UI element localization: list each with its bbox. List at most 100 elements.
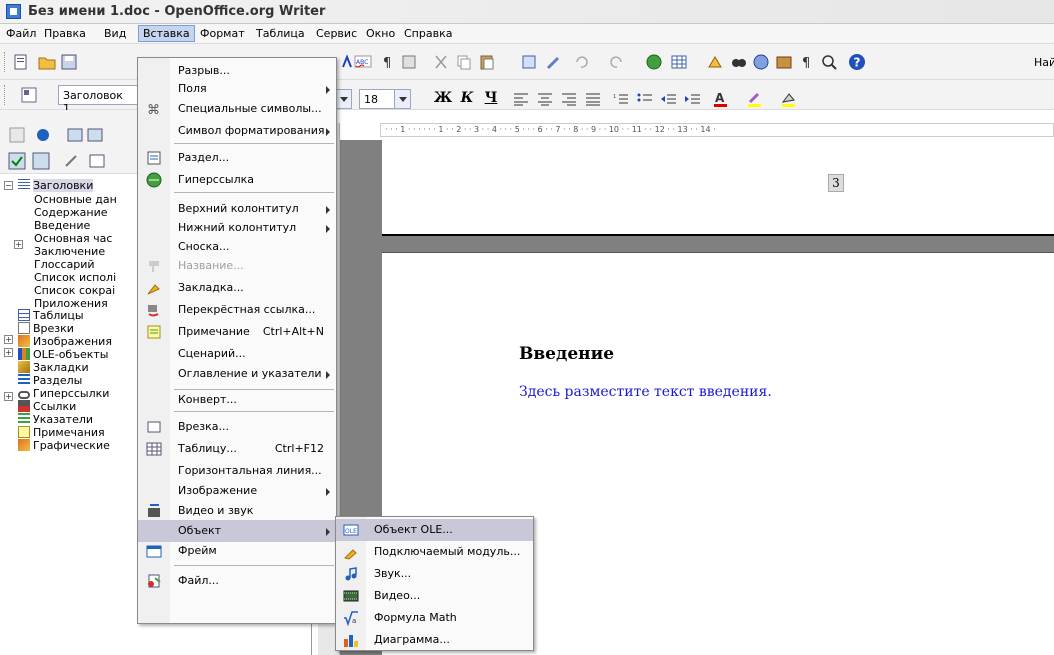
toolbar-grip[interactable] <box>4 85 7 105</box>
tree-item-tables[interactable]: Таблицы <box>18 309 84 322</box>
previous-object-icon[interactable] <box>66 126 84 144</box>
redo-icon[interactable] <box>608 53 626 71</box>
align-left-icon[interactable] <box>512 90 530 108</box>
menu-item-sound[interactable]: Звук... <box>336 563 533 585</box>
tree-item-bookmarks[interactable]: Закладки <box>18 361 89 374</box>
menu-item-movie-sound[interactable]: Видео и звук <box>138 500 336 522</box>
menu-file[interactable]: Файл <box>2 26 40 41</box>
styles-formatting-icon[interactable] <box>20 86 38 104</box>
tree-item-drawing-objects[interactable]: Графические <box>18 439 110 452</box>
clone-formatting-icon[interactable] <box>520 53 538 71</box>
menu-insert[interactable]: Вставка <box>138 25 195 42</box>
menu-help[interactable]: Справка <box>400 26 456 41</box>
align-center-icon[interactable] <box>536 90 554 108</box>
expand-toggle[interactable]: + <box>4 335 13 344</box>
export-pdf-icon[interactable] <box>400 53 418 71</box>
menu-item-floating-frame[interactable]: Фрейм <box>138 540 336 562</box>
footer-icon[interactable] <box>88 152 106 170</box>
navigator-icon[interactable] <box>752 53 770 71</box>
bullets-icon[interactable] <box>636 90 654 108</box>
tree-item-headings[interactable]: Заголовки <box>18 179 94 192</box>
tree-item-heading[interactable]: Заключение <box>34 245 105 258</box>
font-size-combo[interactable]: 18 <box>359 89 411 109</box>
brush-icon[interactable] <box>545 53 563 71</box>
hyperlink-icon[interactable] <box>645 53 663 71</box>
content-view-icon[interactable] <box>8 152 26 170</box>
menu-tools[interactable]: Сервис <box>312 26 361 41</box>
menu-item-indexes-tables[interactable]: Оглавление и указатели <box>138 363 336 385</box>
find-replace-icon[interactable] <box>730 53 748 71</box>
menu-item-comment[interactable]: Примечание Ctrl+Alt+N <box>138 321 336 343</box>
menu-item-video[interactable]: Видео... <box>336 585 533 607</box>
expand-toggle[interactable]: + <box>14 240 23 249</box>
menu-item-bookmark[interactable]: Закладка... <box>138 277 336 299</box>
navigation-icon[interactable] <box>34 126 52 144</box>
header-icon[interactable] <box>62 152 80 170</box>
document-body-text[interactable]: Здесь разместите текст введения. <box>519 384 772 400</box>
expand-toggle[interactable]: − <box>4 181 13 190</box>
tree-item-heading[interactable]: Основная час <box>34 232 112 245</box>
page-number-field[interactable]: 3 <box>828 174 844 192</box>
new-document-icon[interactable] <box>12 53 30 71</box>
menu-item-plugin[interactable]: Подключаемый модуль... <box>336 541 533 563</box>
tree-item-images[interactable]: Изображения <box>18 335 112 348</box>
tree-item-heading[interactable]: Введение <box>34 219 90 232</box>
menu-item-object[interactable]: Объект <box>138 520 336 542</box>
menu-format[interactable]: Формат <box>196 26 249 41</box>
tree-item-heading[interactable]: Содержание <box>34 206 108 219</box>
next-object-icon[interactable] <box>86 126 104 144</box>
zoom-icon[interactable] <box>820 53 838 71</box>
menu-item-special-characters[interactable]: ⌘ Специальные символы... <box>138 98 336 120</box>
document-heading[interactable]: Введение <box>519 344 614 364</box>
menu-item-horizontal-line[interactable]: Горизонтальная линия... <box>138 460 336 482</box>
expand-toggle[interactable]: + <box>4 392 13 401</box>
menu-item-envelope[interactable]: Конверт... <box>138 389 336 411</box>
tree-item-sections[interactable]: Разделы <box>18 374 82 387</box>
menu-item-picture[interactable]: Изображение <box>138 480 336 502</box>
toolbar-grip[interactable] <box>4 52 7 72</box>
formatting-marks-icon[interactable]: ¶ <box>380 53 398 71</box>
increase-indent-icon[interactable] <box>684 90 702 108</box>
menu-item-formatting-mark[interactable]: Символ форматирования <box>138 120 336 142</box>
highlighting-icon[interactable] <box>746 90 764 108</box>
gallery-icon[interactable] <box>775 53 793 71</box>
previous-page[interactable] <box>382 140 1054 236</box>
font-color-icon[interactable]: A <box>712 90 730 108</box>
tree-item-heading[interactable]: Основные дан <box>34 193 117 206</box>
italic-button[interactable]: К <box>457 88 477 108</box>
decrease-indent-icon[interactable] <box>660 90 678 108</box>
tree-item-comments[interactable]: Примечания <box>18 426 105 439</box>
tree-item-frames[interactable]: Врезки <box>18 322 74 335</box>
tree-item-references[interactable]: Ссылки <box>18 400 76 413</box>
menu-edit[interactable]: Правка <box>40 26 90 41</box>
paragraph-style-combo[interactable]: Заголовок 1 <box>58 85 138 115</box>
tree-item-hyperlinks[interactable]: Гиперссылки <box>18 387 109 400</box>
tree-item-ole-objects[interactable]: OLE-объекты <box>18 348 109 361</box>
toggle-icon[interactable] <box>8 126 26 144</box>
menu-item-chart[interactable]: Диаграмма... <box>336 629 533 651</box>
horizontal-ruler[interactable]: · · · 1 · · · · · · 1 · · 2 · · 3 · · 4 … <box>380 123 1054 137</box>
set-reminder-icon[interactable] <box>32 152 50 170</box>
menu-table[interactable]: Таблица <box>252 26 309 41</box>
menu-item-section[interactable]: Раздел... <box>138 147 336 169</box>
autospellcheck-icon[interactable]: ABC <box>354 53 372 71</box>
find-toolbar-label[interactable]: Най <box>1034 56 1054 69</box>
menu-item-table[interactable]: Таблицу... Ctrl+F12 <box>138 438 336 460</box>
tree-item-heading[interactable]: Глоссарий <box>34 258 95 271</box>
menu-item-formula[interactable]: a Формула Math <box>336 607 533 629</box>
underline-button[interactable]: Ч <box>481 88 501 108</box>
nonprinting-characters-icon[interactable]: ¶ <box>798 53 816 71</box>
bold-button[interactable]: Ж <box>433 88 453 108</box>
menu-item-frame[interactable]: Врезка... <box>138 416 336 438</box>
help-icon[interactable]: ? <box>848 53 866 71</box>
chevron-down-icon[interactable] <box>394 90 410 108</box>
menu-item-script[interactable]: Сценарий... <box>138 343 336 365</box>
tree-item-heading[interactable]: Список сокраі <box>34 284 115 297</box>
writer-app-icon[interactable] <box>6 4 21 19</box>
open-folder-icon[interactable] <box>38 53 56 71</box>
menu-item-hyperlink[interactable]: Гиперссылка <box>138 169 336 191</box>
tree-item-indexes[interactable]: Указатели <box>18 413 93 426</box>
cut-icon[interactable] <box>432 53 450 71</box>
menu-item-ole-object[interactable]: OLE Объект OLE... <box>336 519 533 541</box>
justify-icon[interactable] <box>584 90 602 108</box>
